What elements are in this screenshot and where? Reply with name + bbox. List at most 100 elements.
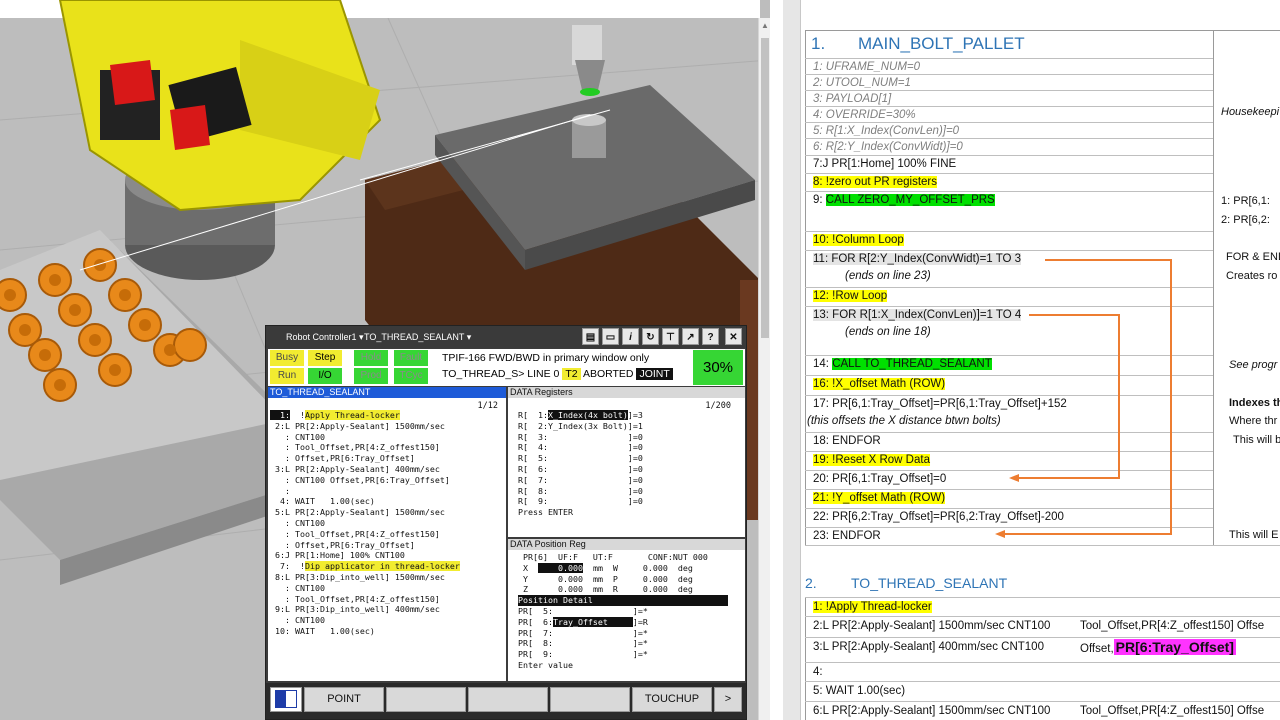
program-line[interactable]: : CNT100 Offset,PR[6:Tray_Offset] — [270, 475, 460, 486]
line-text: PR[2:Apply-Sealant] 1500mm/sec — [289, 420, 445, 431]
pr-name — [553, 628, 633, 638]
position-register-row[interactable]: PR[ 5: ]=* — [518, 606, 728, 617]
refresh-icon[interactable]: ↻ — [642, 328, 659, 345]
scene-scrollbar[interactable]: ▲ — [758, 18, 770, 720]
line-number: 6:J — [270, 550, 290, 561]
program-line[interactable]: : — [270, 486, 460, 497]
line-text: PR[2:Apply-Sealant] 400mm/sec — [289, 463, 440, 474]
register-row[interactable]: R[ 6: ]=0 — [518, 464, 643, 475]
program-line[interactable]: 1: !Apply Thread-locker — [270, 410, 460, 421]
close-icon[interactable]: ✕ — [725, 328, 742, 345]
register-id: R[ 5: — [518, 453, 548, 464]
register-name: Y_Index(3x Bolt) — [547, 420, 628, 431]
ipendant-icon[interactable]: i — [622, 328, 639, 345]
register-value: ]=0 — [627, 453, 643, 464]
line-number: 9:L — [270, 604, 290, 615]
export-icon[interactable]: ↗ — [682, 328, 699, 345]
keyboard-icon[interactable]: ▭ — [602, 328, 619, 345]
register-row[interactable]: R[ 4: ]=0 — [518, 442, 643, 453]
program-line[interactable]: 7: !Dip applicator in thread-locker — [270, 561, 460, 572]
coord-badge: JOINT — [636, 368, 673, 380]
axis-value: 0.000 — [537, 562, 583, 573]
busy-indicator: Busy — [270, 350, 304, 366]
help-icon[interactable]: ? — [702, 328, 719, 345]
f2-button[interactable] — [386, 687, 466, 712]
program-state: ABORTED — [582, 368, 634, 380]
next-page-button[interactable]: > — [714, 687, 742, 712]
register-name — [548, 442, 628, 452]
program-editor-pane[interactable]: TO_THREAD_SEALANT 1/12 1: !Apply Thread-… — [268, 387, 506, 681]
register-value: ]=0 — [627, 474, 643, 485]
position-register-row[interactable]: PR[ 8: ]=* — [518, 638, 728, 649]
register-name — [548, 475, 628, 485]
program-line[interactable]: 8:L PR[3:Dip_into_well] 1500mm/sec — [270, 572, 460, 583]
controller-selector[interactable]: Robot Controller1 ▾ — [286, 332, 364, 343]
scrollbar-thumb[interactable] — [761, 38, 769, 338]
program-line[interactable]: 6:J PR[1:Home] 100% CNT100 — [270, 550, 460, 561]
program-line[interactable]: 4: WAIT 1.00(sec) — [270, 496, 460, 507]
line-text: PR[3:Dip_into_well] 400mm/sec — [289, 604, 440, 615]
register-row[interactable]: R[ 8: ]=0 — [518, 486, 643, 497]
program-line[interactable]: 2:L PR[2:Apply-Sealant] 1500mm/sec — [270, 421, 460, 432]
program-selector[interactable]: TO_THREAD_SEALANT ▾ — [364, 332, 471, 343]
program-line[interactable]: 3:L PR[2:Apply-Sealant] 400mm/sec — [270, 464, 460, 475]
program-line[interactable]: : Offset,PR[6:Tray_Offset] — [270, 540, 460, 551]
line-text: PR[1:Home] 100% CNT100 — [289, 550, 405, 561]
register-row[interactable]: R[ 3: ]=0 — [518, 432, 643, 443]
program-line[interactable]: : CNT100 — [270, 583, 460, 594]
f4-button[interactable] — [550, 687, 630, 712]
f3-button[interactable] — [468, 687, 548, 712]
jog-icon[interactable]: ⊤ — [662, 328, 679, 345]
program-line[interactable]: : CNT100 — [270, 615, 460, 626]
position-register-row[interactable]: PR[ 9: ]=* — [518, 649, 728, 660]
sealant-row-offset: Tool_Offset,PR[4:Z_offest150] Offse — [1080, 705, 1265, 717]
program-line[interactable]: 9:L PR[3:Dip_into_well] 400mm/sec — [270, 604, 460, 615]
line-counter: 1/12 — [477, 401, 498, 411]
program-line[interactable]: 5:L PR[2:Apply-Sealant] 1500mm/sec — [270, 507, 460, 518]
alarm-line: TPIF-166 FWD/BWD in primary window only — [442, 352, 650, 364]
register-row[interactable]: R[ 1:X_Index(4x bolt)]=3 — [518, 410, 643, 421]
f5-touchup-button[interactable]: TOUCHUP — [632, 687, 712, 712]
menu-icon[interactable]: ▤ — [582, 328, 599, 345]
position-row[interactable]: Y 0.000 mm P 0.000 deg — [518, 574, 728, 585]
screen-layout-icon[interactable] — [270, 687, 302, 712]
register-row[interactable]: R[ 5: ]=0 — [518, 453, 643, 464]
line-text: CNT100 Offset,PR[6:Tray_Offset] — [289, 474, 450, 485]
scroll-up-icon[interactable]: ▲ — [759, 20, 770, 32]
position-header: PR[6] UF:F UT:F CONF:NUT 000 — [518, 552, 708, 562]
register-counter: 1/200 — [705, 401, 731, 411]
register-value: ]=0 — [627, 485, 643, 496]
register-row[interactable]: R[ 9: ]=0 — [518, 496, 643, 507]
program-line[interactable]: : Tool_Offset,PR[4:Z_offest150] — [270, 529, 460, 540]
register-row[interactable]: R[ 7: ]=0 — [518, 475, 643, 486]
program-line[interactable]: : CNT100 — [270, 518, 460, 529]
line-text: PR[2:Apply-Sealant] 1500mm/sec — [289, 507, 445, 518]
program-line[interactable]: : Tool_Offset,PR[4:Z_offest150] — [270, 442, 460, 453]
registers-pane[interactable]: DATA Registers 1/200 R[ 1:X_Index(4x bol… — [508, 387, 745, 537]
position-row[interactable]: X 0.000 mm W 0.000 deg — [518, 562, 728, 574]
register-row[interactable]: R[ 2:Y_Index(3x Bolt)]=1 — [518, 421, 643, 432]
register-name-selected: X_Index(4x bolt) — [547, 410, 628, 420]
position-prompt: Enter value — [518, 659, 573, 670]
sealant-row-text: 1: !Apply Thread-locker — [813, 601, 932, 613]
f1-point-button[interactable]: POINT — [304, 687, 384, 712]
sealant-table-row: 4: — [805, 662, 1280, 681]
run-indicator: Run — [270, 368, 304, 384]
axis-label: Z — [518, 584, 538, 595]
position-register-pane[interactable]: DATA Position Reg PR[6] UF:F UT:F CONF:N… — [508, 539, 745, 681]
position-row[interactable]: Z 0.000 mm R 0.000 deg — [518, 584, 728, 595]
program-line[interactable]: : CNT100 — [270, 432, 460, 443]
program-line[interactable]: 10: WAIT 1.00(sec) — [270, 626, 460, 637]
line-number: 7: — [270, 561, 290, 572]
axis-label: Y — [518, 573, 538, 584]
sealant-table-row: 1: !Apply Thread-locker — [805, 597, 1280, 616]
line-text: Offset,PR[6:Tray_Offset] — [289, 453, 415, 464]
position-register-row[interactable]: PR[ 7: ]=* — [518, 628, 728, 639]
line-number: 10: — [270, 625, 290, 636]
pr-value: ]=* — [632, 605, 648, 616]
program-line[interactable]: : Tool_Offset,PR[4:Z_offest150] — [270, 594, 460, 605]
position-register-row[interactable]: PR[ 6:Tray_Offset ]=R — [518, 616, 728, 628]
axis-unit: mm P — [582, 573, 633, 584]
register-name — [548, 486, 628, 496]
program-line[interactable]: : Offset,PR[6:Tray_Offset] — [270, 453, 460, 464]
